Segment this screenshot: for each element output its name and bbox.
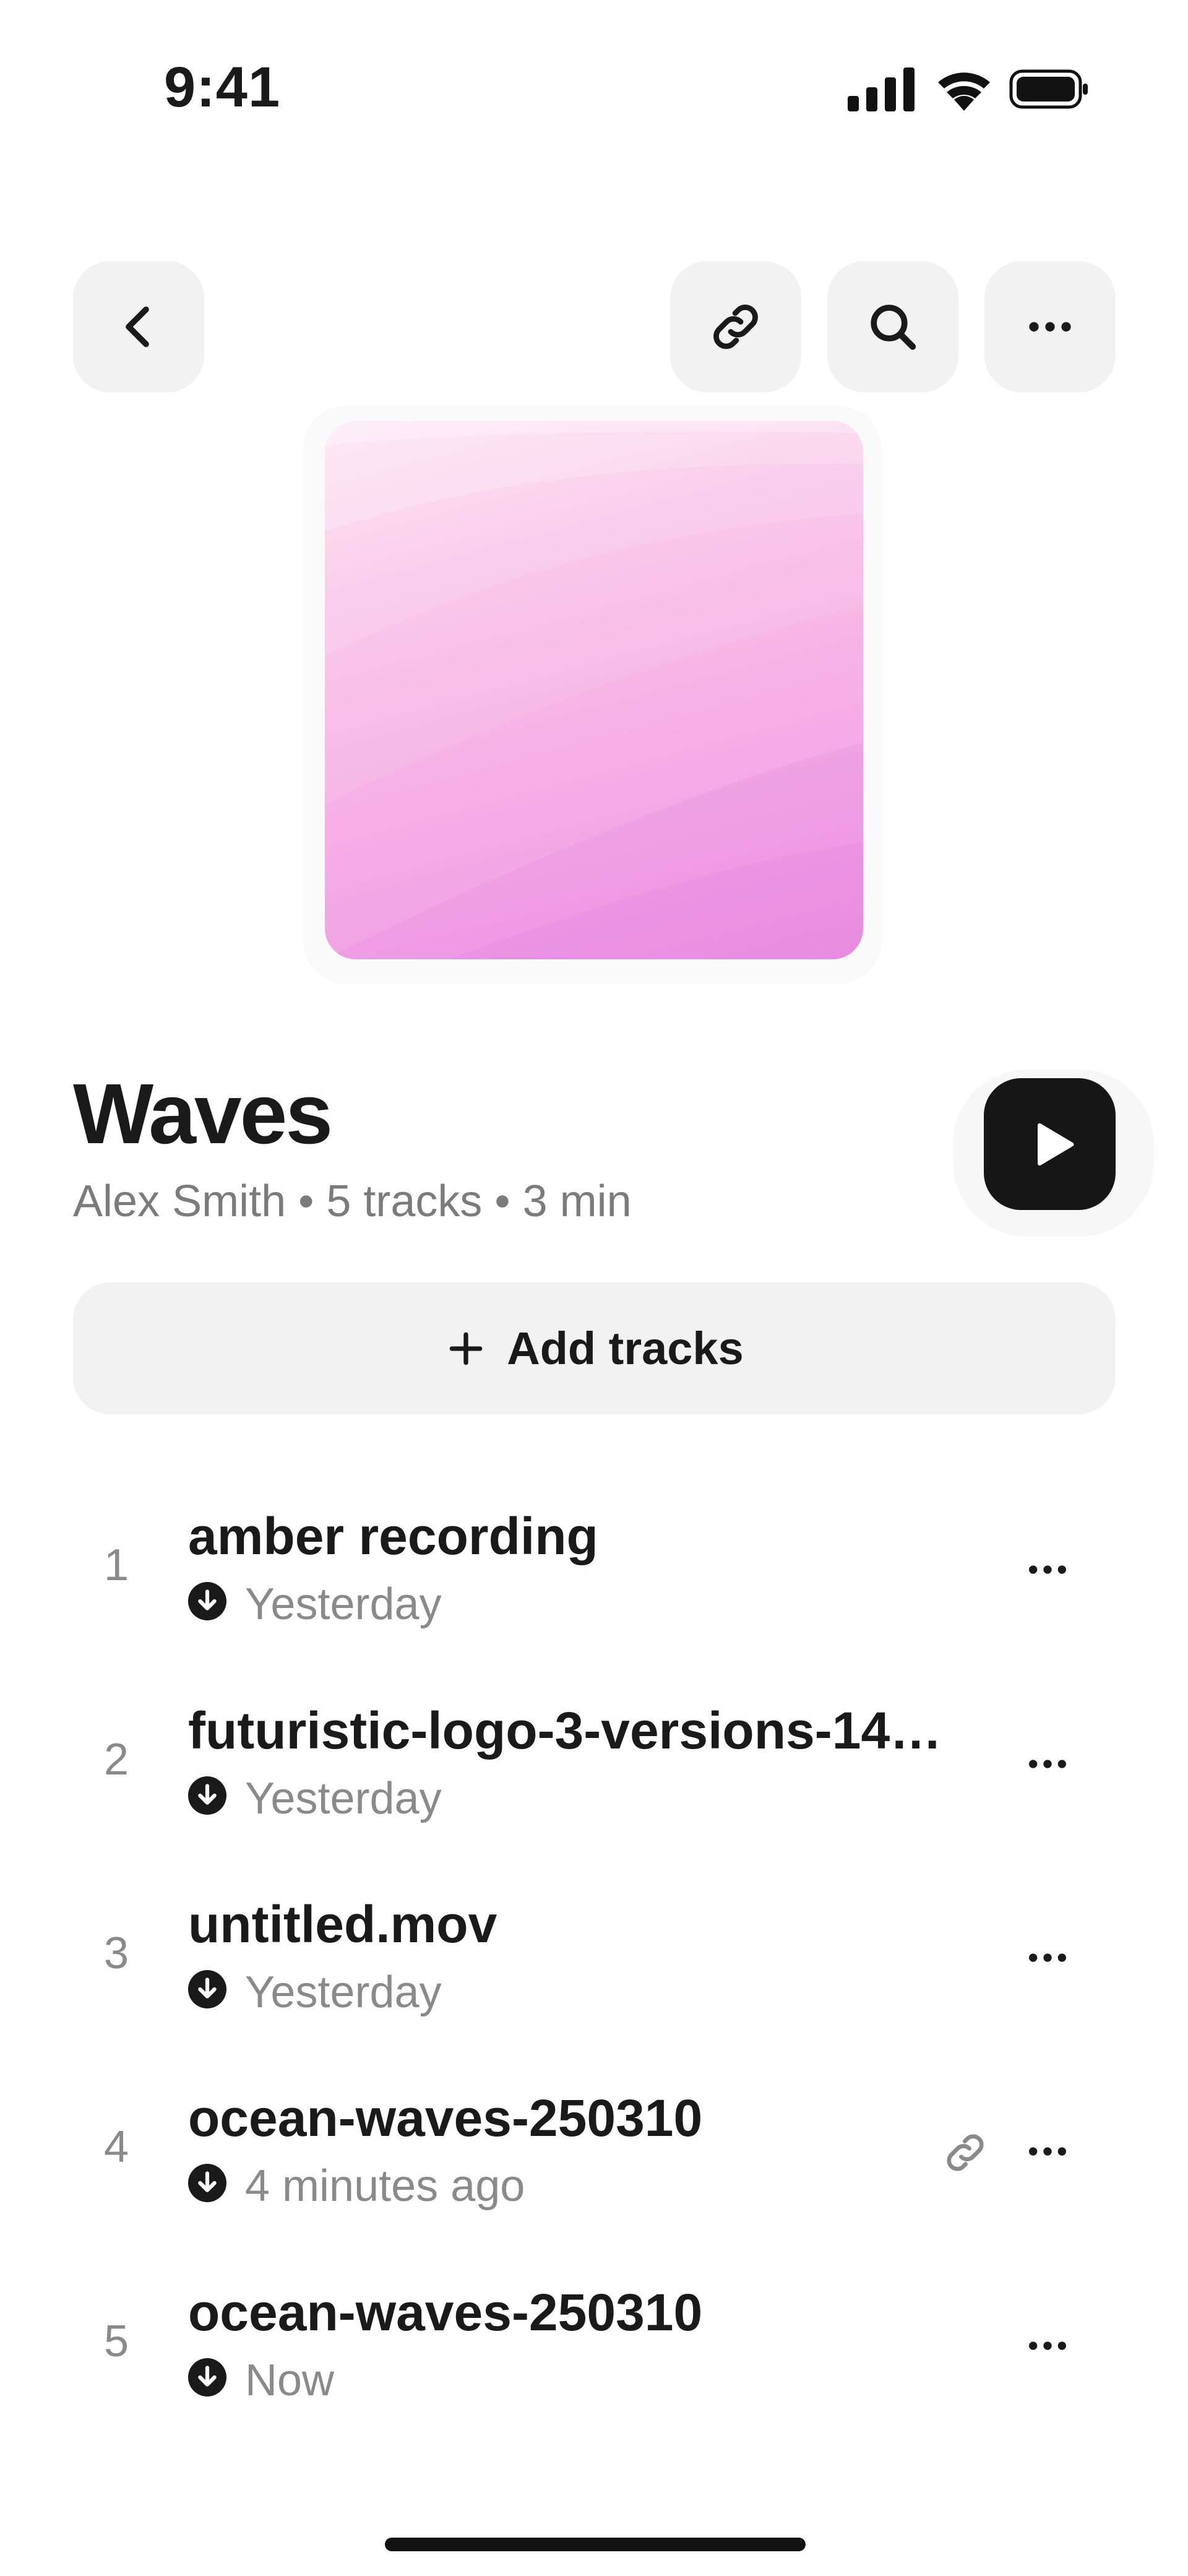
track-timestamp: 4 minutes ago — [245, 2161, 525, 2211]
track-row[interactable]: 3 untitled.mov Yesterday — [0, 1859, 1188, 2052]
home-indicator[interactable] — [385, 2538, 806, 2551]
more-horizontal-icon — [1029, 1953, 1066, 1962]
track-row[interactable]: 5 ocean-waves-250310 Now — [0, 2247, 1188, 2440]
track-more-button[interactable] — [1020, 1930, 1075, 1986]
track-number: 2 — [104, 1735, 129, 1784]
more-horizontal-icon — [1029, 1565, 1066, 1574]
track-number: 3 — [104, 1929, 129, 1978]
track-more-button[interactable] — [1020, 2124, 1075, 2179]
more-horizontal-icon — [1029, 2147, 1066, 2156]
cellular-signal-icon — [848, 67, 915, 111]
wifi-icon — [938, 72, 990, 111]
back-button[interactable] — [73, 261, 204, 392]
battery-icon — [1009, 69, 1088, 109]
track-name: untitled.mov — [188, 1895, 497, 1953]
track-more-button[interactable] — [1020, 2318, 1075, 2374]
track-number: 1 — [104, 1541, 129, 1590]
more-horizontal-icon — [1029, 1760, 1066, 1768]
track-number: 4 — [104, 2122, 129, 2172]
track-name: futuristic-logo-3-versions-149… — [188, 1701, 962, 1760]
track-name: ocean-waves-250310 — [188, 2089, 703, 2147]
track-name: amber recording — [188, 1507, 598, 1565]
downloaded-icon — [188, 2358, 226, 2397]
chevron-left-icon — [126, 306, 149, 347]
more-button[interactable] — [984, 261, 1116, 392]
more-horizontal-icon — [1029, 2341, 1066, 2350]
track-timestamp: Yesterday — [245, 1580, 442, 1629]
track-name: ocean-waves-250310 — [188, 2283, 703, 2341]
track-more-button[interactable] — [1020, 1736, 1075, 1792]
plus-icon — [449, 1332, 483, 1365]
track-row[interactable]: 2 futuristic-logo-3-versions-149… Yester… — [0, 1665, 1188, 1859]
track-number: 5 — [104, 2317, 129, 2366]
track-timestamp: Yesterday — [245, 1968, 442, 2017]
downloaded-icon — [188, 1582, 226, 1620]
add-tracks-label: Add tracks — [507, 1323, 744, 1374]
play-icon — [1037, 1123, 1074, 1165]
playlist-artwork — [325, 421, 863, 959]
status-time: 9:41 — [164, 56, 281, 119]
track-row[interactable]: 4 ocean-waves-250310 4 minutes ago — [0, 2052, 1188, 2246]
search-button[interactable] — [827, 261, 958, 392]
shared-link-icon[interactable] — [940, 2128, 990, 2177]
downloaded-icon — [188, 2164, 226, 2202]
search-icon — [871, 305, 916, 350]
play-button[interactable] — [984, 1078, 1116, 1210]
track-more-button[interactable] — [1020, 1542, 1075, 1597]
playlist-meta: Alex Smith • 5 tracks • 3 min — [73, 1177, 632, 1226]
playlist-title: Waves — [73, 1066, 333, 1162]
status-icons — [848, 67, 1088, 111]
link-icon — [713, 305, 758, 349]
track-timestamp: Now — [245, 2356, 335, 2405]
track-row[interactable]: 1 amber recording Yesterday — [0, 1471, 1188, 1664]
downloaded-icon — [188, 1970, 226, 2008]
add-tracks-button[interactable]: Add tracks — [73, 1282, 1116, 1414]
copy-link-button[interactable] — [670, 261, 801, 392]
track-timestamp: Yesterday — [245, 1774, 442, 1823]
more-horizontal-icon — [1029, 322, 1071, 332]
downloaded-icon — [188, 1776, 226, 1815]
